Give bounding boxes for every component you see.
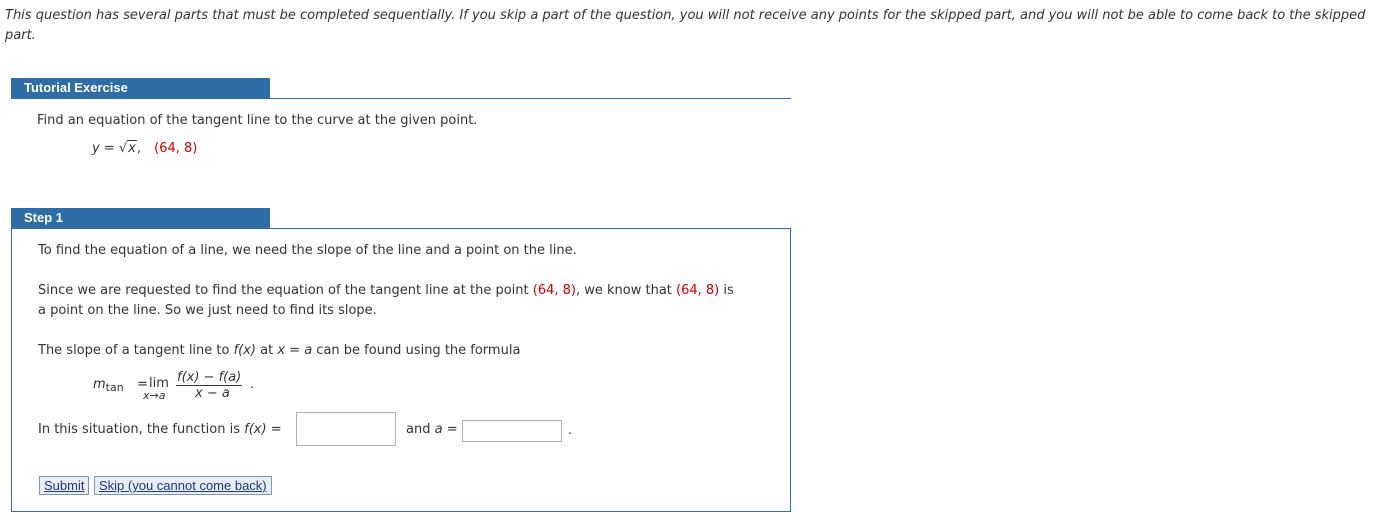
skip-button[interactable]: Skip (you cannot come back) xyxy=(94,476,272,495)
tutorial-divider xyxy=(11,98,791,99)
and-a-label-equals: = xyxy=(442,422,458,437)
para2-text-b: , we know that xyxy=(575,283,677,298)
slope-formula: mtan = lim x→a f(x) − f(a) x − a . xyxy=(93,370,293,410)
para3-fx: f(x) xyxy=(233,343,257,358)
formula-numerator: f(x) − f(a) xyxy=(176,370,243,386)
a-answer-input[interactable] xyxy=(462,420,562,442)
para2-point-1: (64, 8) xyxy=(532,283,576,298)
formula-lim-subscript: x→a xyxy=(143,389,166,402)
submit-button[interactable]: Submit xyxy=(39,476,90,495)
step-paragraph-4: In this situation, the function is f(x) … xyxy=(38,420,282,440)
step-paragraph-1: To find the equation of a line, we need … xyxy=(38,243,577,258)
step-paragraph-2-line-2: a point on the line. So we just need to … xyxy=(38,303,377,318)
and-a-label-text: and xyxy=(406,422,435,437)
step-1-header: Step 1 xyxy=(11,208,270,228)
equation-equals: = xyxy=(99,141,119,156)
step-paragraph-2: Since we are requested to find the equat… xyxy=(38,281,734,301)
para2-text-c: is xyxy=(719,283,734,298)
para2-point-2: (64, 8) xyxy=(676,283,720,298)
para4-fx: f(x) xyxy=(244,422,267,437)
fx-answer-input[interactable] xyxy=(296,412,396,446)
formula-period: . xyxy=(250,377,255,392)
and-a-label-var: a xyxy=(434,422,443,437)
formula-denominator: x − a xyxy=(195,386,230,401)
skip-notice: This question has several parts that mus… xyxy=(5,8,1366,43)
given-point: (64, 8) xyxy=(154,141,198,156)
para2-text-a: Since we are requested to find the equat… xyxy=(38,283,533,298)
trailing-period: . xyxy=(568,423,573,438)
para3-text-a: The slope of a tangent line to xyxy=(38,343,234,358)
para4-equals: = xyxy=(266,422,282,437)
equation-comma: , xyxy=(136,141,142,156)
curve-equation: y = √x, (64, 8) xyxy=(92,140,197,158)
para3-text-c: can be found using the formula xyxy=(312,343,521,358)
step-paragraph-3: The slope of a tangent line to f(x) at x… xyxy=(38,341,520,361)
formula-m-letter: m xyxy=(93,377,106,392)
question-prompt: Find an equation of the tangent line to … xyxy=(37,113,478,128)
and-a-label: and a = xyxy=(406,420,458,440)
para3-text-b: at xyxy=(256,343,278,358)
formula-m: mtan xyxy=(93,377,124,394)
para3-x-equals-a: x = a xyxy=(277,343,313,358)
sqrt-symbol: √ xyxy=(118,141,128,156)
para4-text-a: In this situation, the function is xyxy=(38,422,245,437)
sqrt-radicand: x xyxy=(127,140,137,156)
tutorial-exercise-header: Tutorial Exercise xyxy=(11,78,270,98)
equation-lhs: y xyxy=(92,141,100,156)
formula-m-subscript: tan xyxy=(105,381,124,394)
